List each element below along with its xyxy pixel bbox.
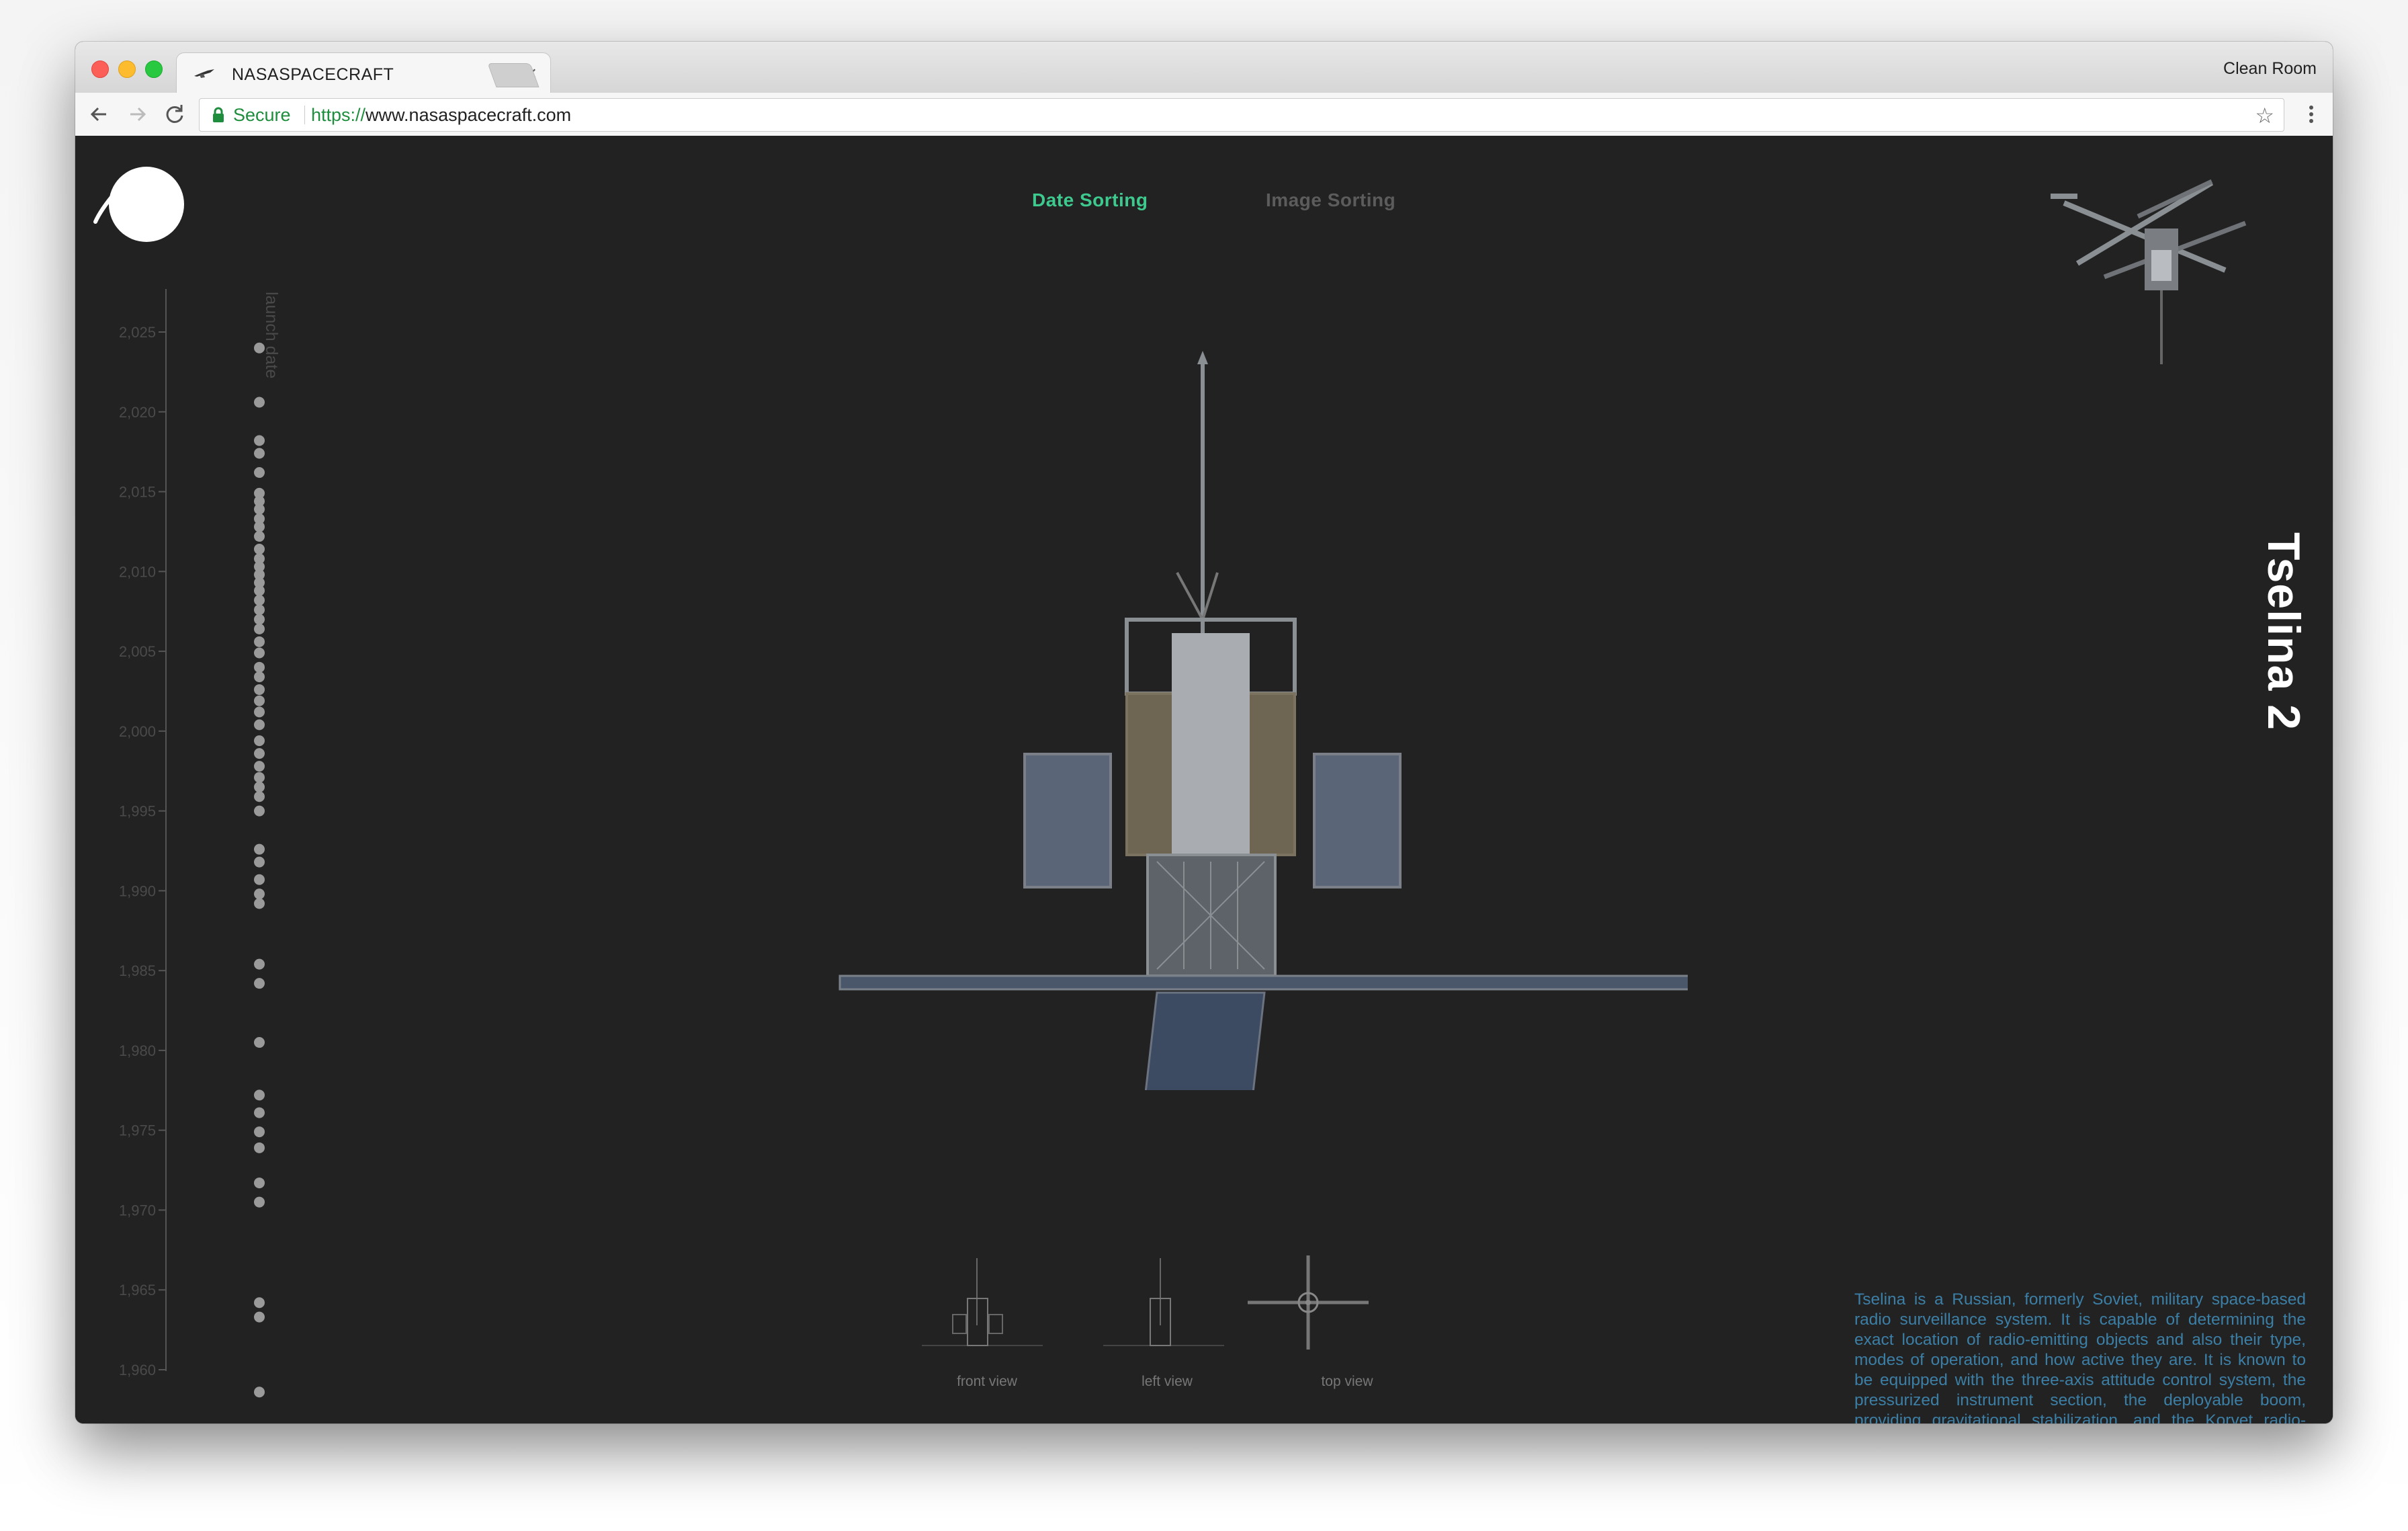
launch-dot[interactable] xyxy=(254,781,265,792)
launch-dot[interactable] xyxy=(254,761,265,772)
launch-dot[interactable] xyxy=(254,684,265,696)
launch-dot[interactable] xyxy=(254,1177,265,1189)
launch-date-timeline: launch date 2,0252,0202,0152,0102,0052,0… xyxy=(119,289,281,1398)
launch-dot[interactable] xyxy=(254,585,265,596)
minimize-window-button[interactable] xyxy=(118,60,136,78)
launch-dot[interactable] xyxy=(254,805,265,817)
timeline-tick-label: 1,970 xyxy=(119,1202,156,1218)
timeline-tick-label: 2,025 xyxy=(119,324,156,341)
satellite-favicon-icon xyxy=(194,69,214,78)
front-view-label: front view xyxy=(957,1374,1017,1389)
top-view-label: top view xyxy=(1321,1374,1373,1389)
maximize-window-button[interactable] xyxy=(145,60,163,78)
launch-dot[interactable] xyxy=(254,1196,265,1208)
launch-dot[interactable] xyxy=(254,748,265,759)
launch-dot[interactable] xyxy=(254,435,265,446)
launch-dot[interactable] xyxy=(254,898,265,909)
url-text: https://www.nasaspacecraft.com xyxy=(311,105,571,126)
lock-icon xyxy=(213,107,224,122)
bookmark-star-icon[interactable]: ☆ xyxy=(2255,103,2274,128)
front-view-thumbnail[interactable] xyxy=(922,1258,1043,1346)
url-scheme: https:// xyxy=(311,105,366,125)
page-content: Date Sorting Image Sorting launch date 2… xyxy=(75,136,2333,1423)
timeline-ticks: 2,025 2,020 2,015 2,010 2,005 2,000 1,995 1,990… xyxy=(119,324,166,1378)
date-sorting-tab[interactable]: Date Sorting xyxy=(1032,190,1148,211)
launch-dot[interactable] xyxy=(254,958,265,970)
launch-dot[interactable] xyxy=(254,614,265,625)
launch-dot[interactable] xyxy=(254,604,265,616)
launch-dot[interactable] xyxy=(254,856,265,868)
spacecraft-3d-model[interactable] xyxy=(747,351,1688,1090)
timeline-tick-label: 1,980 xyxy=(119,1042,156,1059)
launch-dot[interactable] xyxy=(254,735,265,747)
new-tab-button[interactable] xyxy=(487,63,540,87)
launch-dot[interactable] xyxy=(254,671,265,683)
reload-icon[interactable] xyxy=(161,101,188,128)
tab-strip: NASASPACECRAFT × Clean Room xyxy=(75,42,2333,95)
launch-dot[interactable] xyxy=(254,636,265,647)
launch-dot[interactable] xyxy=(254,695,265,706)
back-arrow-icon[interactable] xyxy=(86,101,113,128)
timeline-tick-label: 2,005 xyxy=(119,643,156,660)
profile-label[interactable]: Clean Room xyxy=(2223,59,2317,79)
timeline-tick-label: 2,015 xyxy=(119,484,156,501)
spacecraft-title: Tselina 2 xyxy=(2231,532,2311,855)
launch-dot[interactable] xyxy=(254,647,265,659)
timeline-tick-label: 1,990 xyxy=(119,882,156,899)
launch-dot[interactable] xyxy=(254,978,265,989)
address-bar[interactable]: Secure https://www.nasaspacecraft.com ☆ xyxy=(199,98,2284,132)
forward-arrow-icon[interactable] xyxy=(124,101,150,128)
spacecraft-thumbnail[interactable] xyxy=(2051,169,2266,371)
timeline-tick-label: 2,010 xyxy=(119,563,156,580)
spacecraft-name: Tselina 2 xyxy=(2258,532,2309,731)
launch-dot[interactable] xyxy=(254,888,265,900)
launch-dot[interactable] xyxy=(254,1107,265,1118)
launch-dot[interactable] xyxy=(254,503,265,515)
launch-dot[interactable] xyxy=(254,661,265,673)
timeline-launch-dots xyxy=(254,342,265,1398)
launch-dot[interactable] xyxy=(254,623,265,634)
timeline-tick-label: 2,020 xyxy=(119,404,156,421)
spacecraft-description: Tselina is a Russian, formerly Soviet, m… xyxy=(1854,1290,2306,1424)
address-separator xyxy=(304,106,305,124)
launch-dot[interactable] xyxy=(254,1387,265,1398)
kebab-menu-icon[interactable] xyxy=(2309,101,2314,128)
timeline-tick-label: 1,965 xyxy=(119,1282,156,1298)
image-sorting-tab[interactable]: Image Sorting xyxy=(1266,190,1395,211)
timeline-tick-label: 1,985 xyxy=(119,962,156,979)
left-view-thumbnail[interactable] xyxy=(1103,1258,1224,1346)
launch-dot[interactable] xyxy=(254,521,265,532)
launch-dot[interactable] xyxy=(254,342,265,354)
launch-dot[interactable] xyxy=(254,448,265,459)
launch-dot[interactable] xyxy=(254,1089,265,1101)
launch-dot[interactable] xyxy=(254,1297,265,1309)
launch-dot[interactable] xyxy=(254,595,265,606)
launch-dot[interactable] xyxy=(254,1142,265,1153)
launch-dot[interactable] xyxy=(254,874,265,885)
launch-dot[interactable] xyxy=(254,544,265,555)
browser-toolbar: Secure https://www.nasaspacecraft.com ☆ xyxy=(75,93,2333,136)
timeline-tick-label: 1,995 xyxy=(119,803,156,820)
launch-dot[interactable] xyxy=(254,467,265,479)
launch-dot[interactable] xyxy=(254,843,265,855)
tab-title: NASASPACECRAFT xyxy=(232,65,394,84)
secure-label: Secure xyxy=(233,105,291,125)
launch-dot[interactable] xyxy=(254,531,265,542)
close-window-button[interactable] xyxy=(91,60,109,78)
launch-dot[interactable] xyxy=(254,772,265,783)
timeline-tick-label: 1,975 xyxy=(119,1122,156,1139)
launch-dot[interactable] xyxy=(254,1311,265,1323)
launch-dot[interactable] xyxy=(254,1037,265,1048)
launch-dot[interactable] xyxy=(254,706,265,718)
launch-dot[interactable] xyxy=(254,791,265,802)
timeline-tick-label: 1,960 xyxy=(119,1362,156,1378)
timeline-axis-label: launch date xyxy=(262,292,281,378)
launch-dot[interactable] xyxy=(254,397,265,408)
left-view-label: left view xyxy=(1142,1374,1193,1389)
browser-window: NASASPACECRAFT × Clean Room Secure https… xyxy=(75,42,2333,1423)
timeline-tick-label: 2,000 xyxy=(119,723,156,740)
launch-dot[interactable] xyxy=(254,1126,265,1138)
url-host: www.nasaspacecraft.com xyxy=(366,105,572,125)
launch-dot[interactable] xyxy=(254,719,265,731)
